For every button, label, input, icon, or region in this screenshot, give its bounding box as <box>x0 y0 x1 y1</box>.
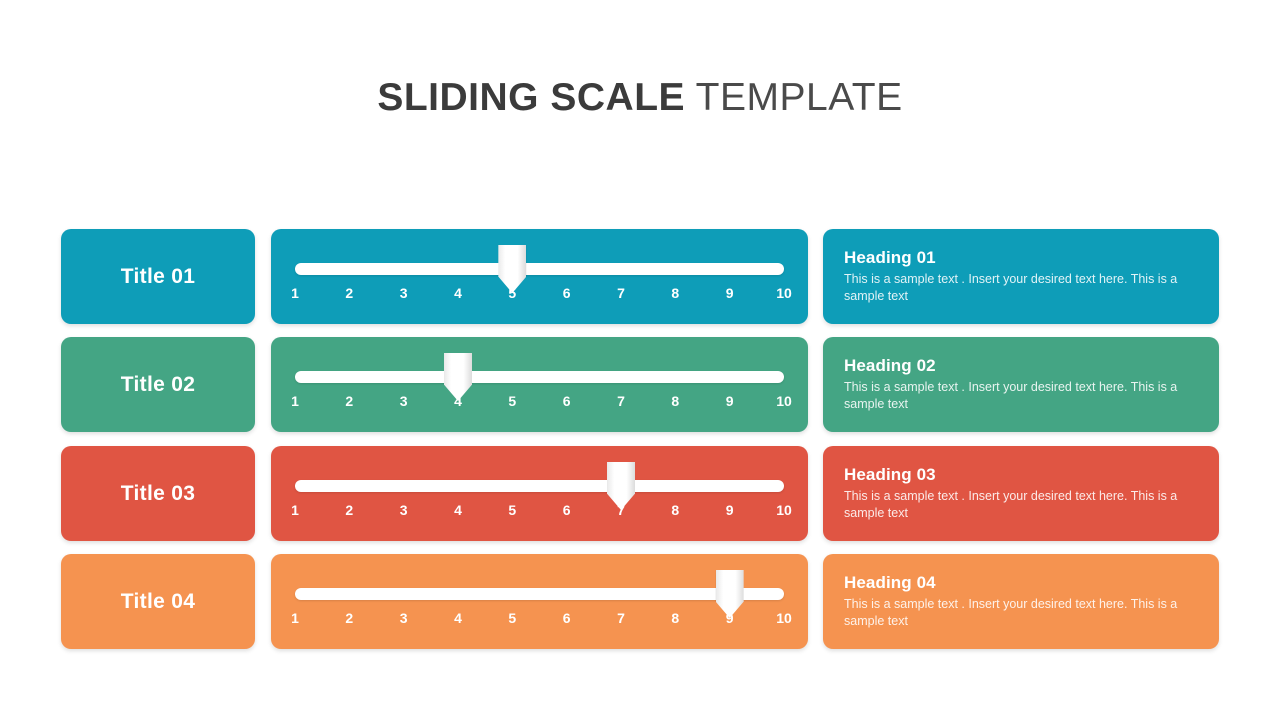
slider-tick-label[interactable]: 2 <box>329 502 369 518</box>
slider-tick-label[interactable]: 2 <box>329 285 369 301</box>
slider-track[interactable] <box>295 588 784 600</box>
slider-tick-label[interactable]: 5 <box>492 393 532 409</box>
slider-tick-label[interactable]: 9 <box>710 285 750 301</box>
heading-card-title: Heading 02 <box>844 356 936 375</box>
heading-card[interactable]: Heading 01 This is a sample text . Insert… <box>823 229 1219 324</box>
heading-card-body: This is a sample text . Insert your desi… <box>844 380 1178 411</box>
slider-tick-label[interactable]: 7 <box>601 610 641 626</box>
slider-tick-label[interactable]: 3 <box>384 502 424 518</box>
slider-tick-label[interactable]: 6 <box>547 285 587 301</box>
title-card-label: Title 04 <box>120 589 196 613</box>
title-card[interactable]: Title 02 <box>61 337 255 432</box>
slider-handle-icon[interactable] <box>444 353 472 401</box>
heading-card[interactable]: Heading 04 This is a sample text . Insert… <box>823 554 1219 649</box>
heading-card-body: This is a sample text . Insert your desi… <box>844 597 1178 628</box>
slider-tick-label[interactable]: 6 <box>547 610 587 626</box>
slider-handle-icon[interactable] <box>498 245 527 293</box>
slider-tick-label[interactable]: 4 <box>438 610 478 626</box>
slider-tick-label[interactable]: 10 <box>764 502 804 518</box>
title-card-label: Title 01 <box>120 264 196 288</box>
title-card-label: Title 03 <box>120 481 196 505</box>
slider-handle-icon[interactable] <box>607 462 635 510</box>
slider-tick-label[interactable]: 6 <box>547 393 587 409</box>
slider-tick-label[interactable]: 1 <box>275 610 315 626</box>
scale-row: Title 02 1 2 3 4 5 6 7 8 9 10 Heading 02 This is a s… <box>0 337 1280 432</box>
title-card[interactable]: Title 04 <box>61 554 255 649</box>
slider-tick-label[interactable]: 8 <box>655 393 695 409</box>
heading-card-body: This is a sample text . Insert your desi… <box>844 272 1178 303</box>
slider-handle-pin-icon <box>444 353 472 401</box>
heading-card-title: Heading 03 <box>844 465 936 484</box>
slider-tick-label[interactable]: 5 <box>492 502 532 518</box>
slider-tick-label[interactable]: 4 <box>438 285 478 301</box>
title-card[interactable]: Title 01 <box>61 229 255 324</box>
slider-tick-label[interactable]: 7 <box>601 285 641 301</box>
heading-card-body: This is a sample text . Insert your desi… <box>844 489 1178 520</box>
slider-tick-label[interactable]: 8 <box>655 285 695 301</box>
scale-row: Title 01 1 2 3 4 5 6 7 8 9 10 Heading 01 This is a s… <box>0 229 1280 324</box>
slider-tick-label[interactable]: 1 <box>275 502 315 518</box>
slider-tick-label[interactable]: 10 <box>764 610 804 626</box>
scale-card[interactable]: 1 2 3 4 5 6 7 8 9 10 <box>271 337 808 432</box>
slider-track[interactable] <box>295 480 784 492</box>
title-card[interactable]: Title 03 <box>61 446 255 541</box>
slider-tick-label[interactable]: 4 <box>438 502 478 518</box>
scale-card[interactable]: 1 2 3 4 5 6 7 8 9 10 <box>271 446 808 541</box>
slider-track[interactable] <box>295 371 784 383</box>
slider-track[interactable] <box>295 263 784 275</box>
scale-inner: 1 2 3 4 5 6 7 8 9 10 <box>291 446 792 541</box>
slider-tick-label[interactable]: 9 <box>710 502 750 518</box>
scale-row: Title 04 1 2 3 4 5 6 7 8 9 10 Heading 04 This is a s… <box>0 554 1280 649</box>
slider-tick-label[interactable]: 10 <box>764 285 804 301</box>
slider-tick-label[interactable]: 9 <box>710 393 750 409</box>
scale-inner: 1 2 3 4 5 6 7 8 9 10 <box>291 554 792 649</box>
slider-tick-label[interactable]: 10 <box>764 393 804 409</box>
slider-tick-label[interactable]: 6 <box>547 502 587 518</box>
slider-tick-label[interactable]: 5 <box>492 610 532 626</box>
slider-handle-pin-icon <box>715 570 744 618</box>
slider-tick-label[interactable]: 7 <box>601 393 641 409</box>
title-card-label: Title 02 <box>120 372 196 396</box>
scale-inner: 1 2 3 4 5 6 7 8 9 10 <box>291 229 792 324</box>
slider-handle-pin-icon <box>607 462 635 510</box>
slider-tick-label[interactable]: 1 <box>275 393 315 409</box>
sliding-scale-rows: Title 01 1 2 3 4 5 6 7 8 9 10 Heading 01 This is a s… <box>0 0 1280 720</box>
slider-tick-labels: 1 2 3 4 5 6 7 8 9 10 <box>291 393 792 415</box>
slider-handle-pin-icon <box>498 245 527 293</box>
heading-card-title: Heading 01 <box>844 248 936 267</box>
slider-tick-label[interactable]: 8 <box>655 502 695 518</box>
slider-tick-label[interactable]: 2 <box>329 393 369 409</box>
heading-card-title: Heading 04 <box>844 573 936 592</box>
scale-row: Title 03 1 2 3 4 5 6 7 8 9 10 Heading 03 This is a s… <box>0 446 1280 541</box>
scale-card[interactable]: 1 2 3 4 5 6 7 8 9 10 <box>271 229 808 324</box>
slider-handle-icon[interactable] <box>715 570 744 618</box>
slider-tick-labels: 1 2 3 4 5 6 7 8 9 10 <box>291 285 792 307</box>
slider-tick-label[interactable]: 1 <box>275 285 315 301</box>
slider-tick-label[interactable]: 3 <box>384 285 424 301</box>
scale-card[interactable]: 1 2 3 4 5 6 7 8 9 10 <box>271 554 808 649</box>
slider-tick-label[interactable]: 3 <box>384 610 424 626</box>
slider-tick-labels: 1 2 3 4 5 6 7 8 9 10 <box>291 610 792 632</box>
slider-tick-labels: 1 2 3 4 5 6 7 8 9 10 <box>291 502 792 524</box>
slider-tick-label[interactable]: 3 <box>384 393 424 409</box>
slider-tick-label[interactable]: 8 <box>655 610 695 626</box>
slider-tick-label[interactable]: 2 <box>329 610 369 626</box>
heading-card[interactable]: Heading 02 This is a sample text . Insert… <box>823 337 1219 432</box>
heading-card[interactable]: Heading 03 This is a sample text . Insert… <box>823 446 1219 541</box>
scale-inner: 1 2 3 4 5 6 7 8 9 10 <box>291 337 792 432</box>
